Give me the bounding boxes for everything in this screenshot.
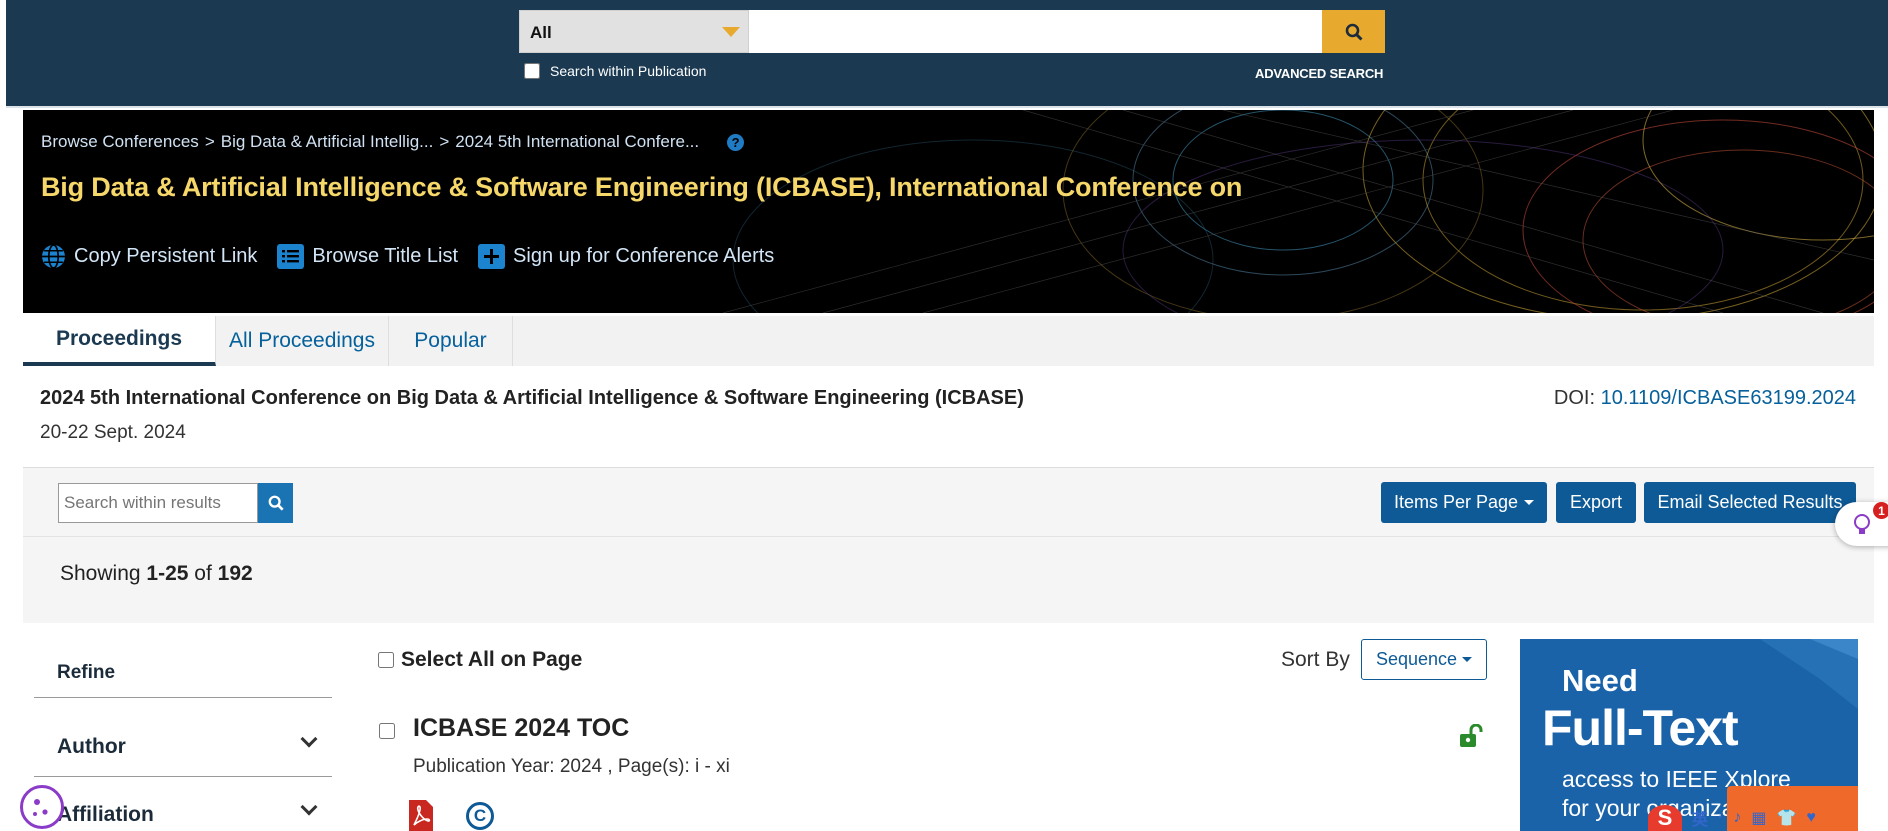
showing-total: 192 <box>217 562 253 585</box>
copy-persistent-link-label: Copy Persistent Link <box>74 245 258 267</box>
conference-series-title: Big Data & Artificial Intelligence & Sof… <box>41 172 1243 202</box>
email-selected-results-button[interactable]: Email Selected Results <box>1644 482 1856 523</box>
search-within-results-input[interactable] <box>58 483 258 523</box>
list-icon <box>277 244 305 269</box>
sort-by-dropdown[interactable]: Sequence <box>1361 639 1487 680</box>
caret-down-icon <box>1524 500 1535 505</box>
search-button[interactable] <box>1322 10 1385 53</box>
search-icon <box>268 495 284 511</box>
divider <box>23 536 1874 537</box>
ime-keyboard-icon[interactable]: ▦ <box>1751 808 1766 828</box>
doi-link[interactable]: 10.1109/ICBASE63199.2024 <box>1601 387 1856 409</box>
ime-voice-icon[interactable]: ♪ <box>1733 809 1741 827</box>
items-per-page-label: Items Per Page <box>1393 492 1519 512</box>
help-icon[interactable]: ? <box>727 133 745 151</box>
results-controls: Items Per Page Export Email Selected Res… <box>23 467 1874 623</box>
export-button[interactable]: Export <box>1556 482 1636 523</box>
divider <box>34 776 332 777</box>
lightbulb-icon <box>1854 514 1870 534</box>
search-input[interactable] <box>749 10 1322 53</box>
showing-range: 1-25 <box>146 562 189 585</box>
refine-title: Refine <box>57 662 116 683</box>
plus-square-icon <box>478 244 506 269</box>
items-per-page-button[interactable]: Items Per Page <box>1381 482 1547 523</box>
breadcrumb-separator: > <box>204 132 215 151</box>
doi: DOI: 10.1109/ICBASE63199.2024 <box>1554 387 1856 410</box>
globe-icon <box>42 244 65 269</box>
select-all-checkbox[interactable] <box>378 652 394 668</box>
tab-popular[interactable]: Popular <box>389 316 513 366</box>
select-all-on-page[interactable]: Select All on Page <box>378 648 582 672</box>
caret-down-icon <box>722 27 740 37</box>
conference-dates: 20-22 Sept. 2024 <box>40 422 186 443</box>
select-all-label: Select All on Page <box>401 648 583 671</box>
sort-by-value: Sequence <box>1375 649 1458 669</box>
divider <box>34 697 332 698</box>
search-within-checkbox[interactable] <box>524 63 540 79</box>
result-checkbox[interactable] <box>379 723 395 739</box>
sign-up-conference-alerts[interactable]: Sign up for Conference Alerts <box>478 244 774 269</box>
caret-down-icon <box>1462 657 1473 662</box>
search-within-publication[interactable]: Search within Publication <box>524 63 706 79</box>
floating-helper-widget[interactable]: 1 <box>1835 502 1888 546</box>
showing-of: of <box>194 562 212 585</box>
search-within-label: Search within Publication <box>550 63 707 79</box>
conference-banner: Browse Conferences > Big Data & Artifici… <box>23 110 1874 313</box>
results-count: Showing 1-25 of 192 <box>60 562 253 586</box>
notification-badge: 1 <box>1873 502 1888 519</box>
cookie-preferences-icon[interactable] <box>20 785 64 829</box>
search-icon <box>1345 23 1363 41</box>
ime-punct-icon[interactable]: · <box>1718 809 1723 827</box>
pdf-icon[interactable] <box>409 800 433 831</box>
ime-skin-icon[interactable]: 👕 <box>1776 808 1796 828</box>
copyright-icon[interactable]: C <box>466 802 494 830</box>
top-search-bar: All Search within Publication ADVANCED S… <box>6 0 1888 108</box>
ime-heart-icon[interactable]: ♥ <box>1806 809 1816 827</box>
breadcrumb-conference-series[interactable]: Big Data & Artificial Intellig... <box>221 132 434 152</box>
facet-author[interactable]: Author <box>57 735 126 759</box>
breadcrumb: Browse Conferences > Big Data & Artifici… <box>41 132 745 152</box>
result-meta: Publication Year: 2024 , Page(s): i - xi <box>413 756 730 777</box>
search-scope-select[interactable]: All <box>519 10 749 53</box>
sort-by-label: Sort By <box>1281 648 1350 671</box>
breadcrumb-separator: > <box>439 132 450 151</box>
ad-headline-full-text: Full-Text <box>1542 700 1739 756</box>
browse-title-list[interactable]: Browse Title List <box>277 244 458 269</box>
ad-headline-need: Need <box>1562 663 1638 698</box>
banner-actions: Copy Persistent Link Browse Title List S… <box>41 244 774 269</box>
sign-up-conference-alerts-label: Sign up for Conference Alerts <box>513 245 775 267</box>
tab-all-proceedings[interactable]: All Proceedings <box>216 316 389 366</box>
ime-logo[interactable]: S <box>1648 805 1682 831</box>
ime-lang-toggle[interactable]: 英 <box>1692 806 1708 830</box>
chevron-down-icon[interactable] <box>300 798 318 816</box>
search-scope-value: All <box>530 23 552 42</box>
search-within-results-button[interactable] <box>258 483 293 523</box>
chevron-down-icon[interactable] <box>300 730 318 748</box>
browse-title-list-label: Browse Title List <box>312 245 459 267</box>
proceedings-tabs: Proceedings All Proceedings Popular <box>23 316 1874 366</box>
tab-proceedings[interactable]: Proceedings <box>23 316 216 366</box>
copy-persistent-link[interactable]: Copy Persistent Link <box>41 244 257 269</box>
open-access-lock-icon <box>1460 724 1483 747</box>
showing-prefix: Showing <box>60 562 141 585</box>
doi-label: DOI: <box>1553 387 1596 409</box>
full-text-ad[interactable]: Need Full-Text access to IEEE Xplore for… <box>1520 639 1858 831</box>
breadcrumb-current-conference[interactable]: 2024 5th International Confere... <box>455 132 699 152</box>
breadcrumb-browse-conferences[interactable]: Browse Conferences <box>41 132 199 152</box>
ime-toolbar: S 英 · ♪ ▦ 👕 ♥ <box>1648 805 1888 831</box>
facet-affiliation[interactable]: Affiliation <box>57 803 154 827</box>
conference-full-title: 2024 5th International Conference on Big… <box>40 387 1024 409</box>
advanced-search-link[interactable]: ADVANCED SEARCH <box>1255 66 1383 81</box>
result-title[interactable]: ICBASE 2024 TOC <box>413 714 629 743</box>
